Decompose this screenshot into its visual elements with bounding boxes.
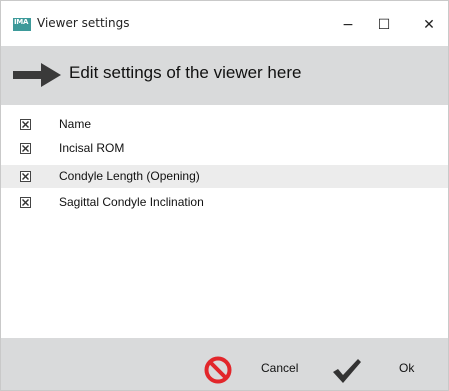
title-bar[interactable]: IMA Viewer settings − ☐ ✕ <box>1 1 448 46</box>
row-checkbox[interactable] <box>20 171 31 182</box>
table-row[interactable]: Incisal ROM <box>1 137 448 160</box>
close-button[interactable]: ✕ <box>409 11 449 39</box>
window-title: Viewer settings <box>37 16 130 30</box>
app-icon: IMA <box>13 18 31 31</box>
minimize-button[interactable]: − <box>328 11 368 39</box>
row-name: Sagittal Condyle Inclination <box>59 195 204 209</box>
dialog-window: IMA Viewer settings − ☐ ✕ Edit settings … <box>0 0 449 391</box>
column-header-name[interactable]: Name <box>59 117 91 131</box>
app-icon-text: IMA <box>14 18 29 26</box>
checkmark-icon[interactable] <box>332 358 362 384</box>
ok-button-label[interactable]: Ok <box>399 361 414 375</box>
header-text: Edit settings of the viewer here <box>69 63 302 82</box>
select-all-checkbox[interactable] <box>20 119 31 130</box>
no-entry-icon[interactable] <box>203 355 233 385</box>
arrow-right-icon <box>13 63 61 87</box>
maximize-button[interactable]: ☐ <box>364 11 404 39</box>
table-row[interactable]: Sagittal Condyle Inclination <box>1 191 448 214</box>
row-name: Condyle Length (Opening) <box>59 169 200 183</box>
table-row[interactable]: Condyle Length (Opening) <box>1 165 448 188</box>
row-name: Incisal ROM <box>59 141 125 155</box>
table-header-row: Name <box>1 113 448 136</box>
row-checkbox[interactable] <box>20 197 31 208</box>
row-checkbox[interactable] <box>20 143 31 154</box>
cancel-button-label[interactable]: Cancel <box>261 361 298 375</box>
